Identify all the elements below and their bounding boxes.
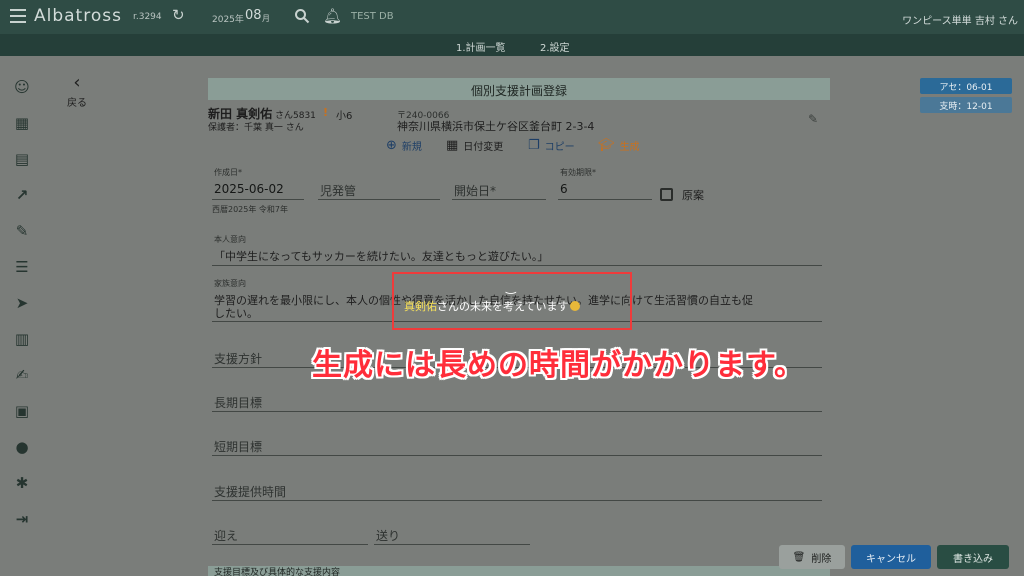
date-change-label: 日付変更 [463, 142, 504, 153]
generate-label: 生成 [619, 142, 640, 153]
policy-input[interactable]: 支援方針 [214, 350, 262, 367]
date-change-button[interactable]: ▦ 日付変更 [446, 138, 503, 153]
refresh-icon[interactable]: ↻ [172, 6, 185, 24]
intent-underline [212, 265, 822, 266]
revision-label: r.3294 [133, 12, 162, 22]
back-button[interactable]: ‹ 戻る [62, 72, 92, 110]
pencil-icon[interactable]: ✎ [808, 112, 818, 126]
save-button[interactable]: 書き込み [937, 545, 1009, 569]
trending-up-icon[interactable]: ↗ [13, 186, 31, 204]
manager-input[interactable]: 児発管 [320, 182, 356, 199]
support-goals-section: 支援目標及び具体的な支援内容 [208, 566, 830, 576]
add-circle-icon: ⊕ [386, 138, 397, 153]
new-label: 新規 [401, 142, 422, 153]
validity-underline [558, 199, 652, 200]
edit-icon[interactable]: ✎ [13, 222, 31, 240]
thinking-face-icon [570, 301, 581, 311]
year-label[interactable]: 2025年 [212, 12, 244, 25]
exit-icon[interactable]: ⇥ [13, 510, 31, 528]
grade-label: 小6 [336, 111, 353, 122]
event-icon[interactable]: ▣ [13, 402, 31, 420]
page-title: 個別支援計画登録 [208, 78, 830, 100]
dropoff-input[interactable]: 送り [376, 527, 400, 544]
guardian-label: 保護者：千葉 真一 さん [208, 123, 304, 133]
assessment-badge[interactable]: アセ：06-01 [920, 78, 1012, 94]
back-label: 戻る [67, 98, 87, 109]
support-goals-heading: 支援目標及び具体的な支援内容 [214, 568, 341, 576]
new-button[interactable]: ⊕ 新規 [386, 138, 422, 153]
generate-button[interactable]: 🎓︎ 生成 [598, 138, 640, 153]
short-goal-input[interactable]: 短期目標 [214, 438, 262, 455]
created-date-underline [212, 199, 304, 200]
validity-label: 有効期限* [560, 168, 596, 177]
graduation-cap-icon: 🎓︎ [598, 138, 615, 153]
account-circle-icon[interactable]: ● [13, 438, 31, 456]
family-intent-line2[interactable]: したい。 [214, 305, 258, 321]
delete-button[interactable]: 🗑︎ 削除 [779, 545, 845, 569]
month-suffix: 月 [262, 14, 270, 23]
trash-icon: 🗑︎ [792, 551, 806, 563]
copy-label: コピー [544, 142, 575, 153]
long-goal-underline [212, 411, 822, 412]
long-goal-input[interactable]: 長期目標 [214, 394, 262, 411]
support-badge[interactable]: 支時：12-01 [920, 97, 1012, 113]
generating-dialog: ‿ 真剣佑さんの未来を考えています [392, 272, 632, 330]
created-date-input[interactable]: 2025-06-02 [214, 182, 284, 196]
generating-message: 真剣佑さんの未来を考えています [404, 298, 581, 314]
era-note: 西暦2025年 令和7年 [212, 205, 288, 214]
intent-label: 本人意向 [214, 235, 246, 244]
generating-text: さんの未来を考えています [437, 300, 569, 313]
person-edit-icon[interactable]: ✍ [13, 366, 31, 384]
sidebar: ☺ ▦ ▤ ↗ ✎ ☰ ➤ ▥ ✍ ▣ ● ✱ ⇥ [0, 56, 44, 576]
pickup-underline [212, 544, 368, 545]
user-name[interactable]: ワンピース単単 吉村 さん [902, 12, 1018, 27]
sub-nav: 1.計画一覧 2.設定 [0, 34, 1024, 56]
loading-spinner: ‿ [506, 280, 516, 294]
tab-plan-list[interactable]: 1.計画一覧 [456, 39, 506, 54]
hours-underline [212, 500, 822, 501]
send-icon[interactable]: ➤ [13, 294, 31, 312]
start-date-underline [452, 199, 546, 200]
dropoff-underline [374, 544, 530, 545]
document-icon[interactable]: ▤ [13, 150, 31, 168]
delete-label: 削除 [811, 553, 832, 565]
sliders-icon[interactable]: ☰ [13, 258, 31, 276]
short-goal-underline [212, 455, 822, 456]
cancel-button[interactable]: キャンセル [851, 545, 931, 569]
validity-input[interactable]: 6 [560, 182, 568, 196]
manager-underline [318, 199, 440, 200]
copy-icon: ❐ [528, 138, 540, 153]
app-header: Albatross r.3294 ↻ 2025年 08 月 🔔︎ TEST DB… [0, 0, 1024, 34]
address: 神奈川県横浜市保土ケ谷区釜台町 2-3-4 [397, 120, 595, 133]
app-logo: Albatross [34, 6, 122, 26]
bug-icon[interactable]: ✱ [13, 474, 31, 492]
bell-icon[interactable]: 🔔︎ [323, 7, 342, 25]
book-icon[interactable]: ▥ [13, 330, 31, 348]
pickup-input[interactable]: 迎え [214, 527, 238, 544]
search-icon[interactable] [294, 8, 310, 24]
alert-icon: ! [323, 106, 329, 119]
start-date-input[interactable]: 開始日* [454, 182, 496, 199]
tab-settings[interactable]: 2.設定 [540, 39, 570, 54]
generating-child-name: 真剣佑 [404, 300, 437, 313]
instruction-caption: 生成には長めの時間がかかります。 [312, 348, 805, 383]
created-date-label: 作成日* [214, 168, 242, 177]
draft-label: 原案 [682, 189, 704, 202]
menu-icon[interactable] [10, 9, 26, 23]
calendar-icon: ▦ [446, 138, 459, 153]
month-value[interactable]: 08 [245, 8, 262, 23]
intent-input[interactable]: 「中学生になってもサッカーを続けたい。友達ともっと遊びたい。」 [214, 248, 548, 264]
smile-icon[interactable]: ☺ [13, 78, 31, 96]
db-name: TEST DB [351, 11, 394, 22]
chevron-left-icon: ‹ [73, 72, 81, 93]
family-intent-label: 家族意向 [214, 279, 246, 288]
calendar-icon[interactable]: ▦ [13, 114, 31, 132]
draft-checkbox[interactable] [660, 188, 673, 201]
copy-button[interactable]: ❐ コピー [528, 138, 575, 153]
hours-input[interactable]: 支援提供時間 [214, 483, 286, 500]
